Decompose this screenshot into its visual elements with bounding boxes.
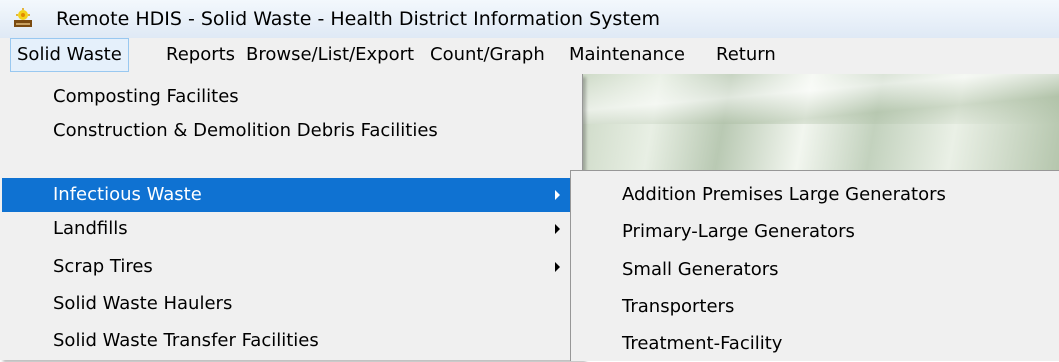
dropdown-item-label: Scrap Tires — [53, 256, 153, 277]
submenu-item-treatment-facility[interactable]: Treatment-Facility — [571, 325, 1059, 362]
dropdown-item-composting[interactable]: Composting Facilites — [2, 80, 578, 114]
menu-solid-waste[interactable]: Solid Waste — [10, 38, 129, 72]
background-image-overlay — [580, 74, 1059, 124]
submenu-arrow-icon — [555, 224, 560, 234]
dropdown-item-transfer-facilities[interactable]: Solid Waste Transfer Facilities — [2, 324, 578, 358]
dropdown-item-construction-demolition[interactable]: Construction & Demolition Debris Facilit… — [2, 114, 578, 148]
menu-return[interactable]: Return — [710, 38, 782, 72]
submenu-item-transporters[interactable]: Transporters — [571, 288, 1059, 325]
menu-browse-list-export[interactable]: Browse/List/Export — [240, 38, 420, 72]
menu-reports[interactable]: Reports — [160, 38, 241, 72]
submenu-item-addition-premises[interactable]: Addition Premises Large Generators — [571, 176, 1059, 213]
submenu-arrow-icon — [555, 262, 560, 272]
dropdown-item-scrap-tires[interactable]: Scrap Tires — [2, 250, 578, 284]
solid-waste-dropdown: Composting Facilites Construction & Demo… — [0, 74, 583, 360]
dropdown-item-label: Construction & Demolition Debris Facilit… — [53, 120, 438, 141]
menu-count-graph[interactable]: Count/Graph — [424, 38, 551, 72]
dropdown-item-solid-waste-haulers[interactable]: Solid Waste Haulers — [2, 287, 578, 321]
dropdown-item-label: Composting Facilites — [53, 86, 239, 107]
submenu-item-primary-large-generators[interactable]: Primary-Large Generators — [571, 213, 1059, 250]
dropdown-item-label: Solid Waste Transfer Facilities — [53, 330, 319, 351]
menu-maintenance[interactable]: Maintenance — [563, 38, 691, 72]
infectious-waste-submenu: Addition Premises Large Generators Prima… — [570, 170, 1059, 361]
submenu-item-small-generators[interactable]: Small Generators — [571, 251, 1059, 288]
window-title: Remote HDIS - Solid Waste - Health Distr… — [56, 8, 660, 30]
dropdown-item-infectious-waste[interactable]: Infectious Waste — [2, 178, 578, 212]
dropdown-item-label: Solid Waste Haulers — [53, 293, 233, 314]
title-bar: Remote HDIS - Solid Waste - Health Distr… — [0, 0, 1059, 38]
dropdown-item-label: Landfills — [53, 218, 128, 239]
dropdown-item-landfills[interactable]: Landfills — [2, 212, 578, 246]
menu-bar: Solid Waste Reports Browse/List/Export C… — [0, 38, 1059, 75]
dropdown-item-label: Infectious Waste — [53, 184, 202, 205]
submenu-arrow-icon — [555, 190, 560, 200]
app-icon — [14, 8, 32, 27]
